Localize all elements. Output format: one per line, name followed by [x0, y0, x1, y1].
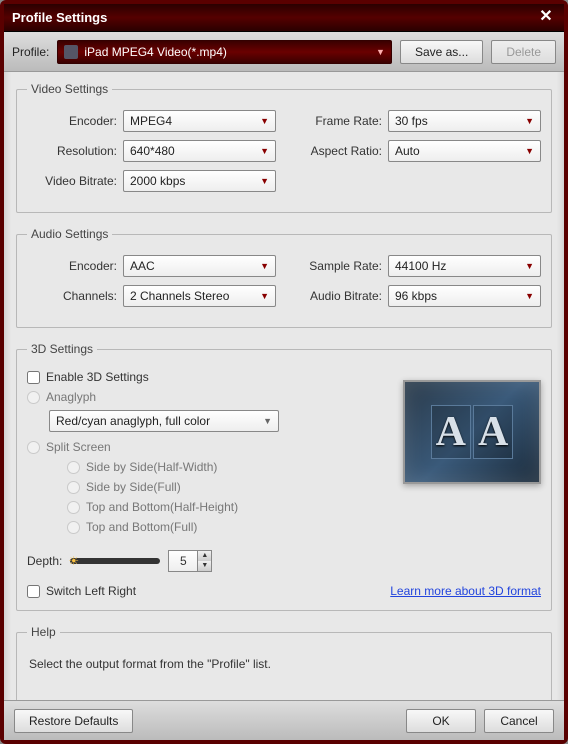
- help-legend: Help: [27, 625, 60, 639]
- chevron-down-icon: ▼: [525, 146, 534, 156]
- ok-button[interactable]: OK: [406, 709, 476, 733]
- video-bitrate-label: Video Bitrate:: [27, 174, 117, 188]
- chevron-down-icon: ▼: [260, 116, 269, 126]
- enable-3d-checkbox[interactable]: [27, 371, 40, 384]
- delete-button: Delete: [491, 40, 556, 64]
- profile-label: Profile:: [12, 45, 49, 59]
- tb-full-radio[interactable]: [67, 521, 80, 534]
- device-icon: [64, 45, 78, 59]
- chevron-down-icon: ▼: [260, 176, 269, 186]
- aspect-dropdown[interactable]: Auto▼: [388, 140, 541, 162]
- tb-full-line[interactable]: Top and Bottom(Full): [67, 520, 391, 534]
- video-settings-group: Video Settings Encoder: MPEG4▼ Frame Rat…: [16, 82, 552, 213]
- sbs-half-line[interactable]: Side by Side(Half-Width): [67, 460, 391, 474]
- preview-a-right: A: [473, 405, 513, 459]
- profile-value: iPad MPEG4 Video(*.mp4): [84, 45, 227, 59]
- restore-defaults-button[interactable]: Restore Defaults: [14, 709, 133, 733]
- cancel-button[interactable]: Cancel: [484, 709, 554, 733]
- save-as-button[interactable]: Save as...: [400, 40, 483, 64]
- 3d-settings-group: 3D Settings Enable 3D Settings Anaglyph …: [16, 342, 552, 611]
- switch-lr-label: Switch Left Right: [46, 584, 136, 598]
- chevron-down-icon: ▼: [260, 146, 269, 156]
- sbs-full-line[interactable]: Side by Side(Full): [67, 480, 391, 494]
- titlebar: Profile Settings ✕: [4, 4, 564, 32]
- chevron-down-icon: ▼: [260, 261, 269, 271]
- anaglyph-label: Anaglyph: [46, 390, 96, 404]
- audio-encoder-dropdown[interactable]: AAC▼: [123, 255, 276, 277]
- 3d-legend: 3D Settings: [27, 342, 97, 356]
- tb-half-radio[interactable]: [67, 501, 80, 514]
- video-encoder-label: Encoder:: [27, 114, 117, 128]
- profile-dropdown[interactable]: iPad MPEG4 Video(*.mp4) ▼: [57, 40, 392, 64]
- window-title: Profile Settings: [12, 10, 536, 25]
- footer: Restore Defaults OK Cancel: [4, 700, 564, 740]
- help-text: Select the output format from the "Profi…: [27, 653, 541, 691]
- chevron-down-icon: ▼: [376, 47, 385, 57]
- audio-legend: Audio Settings: [27, 227, 112, 241]
- sbs-half-radio[interactable]: [67, 461, 80, 474]
- spinner-up-icon[interactable]: ▲: [198, 551, 211, 561]
- video-encoder-dropdown[interactable]: MPEG4▼: [123, 110, 276, 132]
- help-group: Help Select the output format from the "…: [16, 625, 552, 700]
- enable-3d-checkbox-line[interactable]: Enable 3D Settings: [27, 370, 391, 384]
- depth-label: Depth:: [27, 554, 62, 568]
- sbs-full-radio[interactable]: [67, 481, 80, 494]
- audio-bitrate-dropdown[interactable]: 96 kbps▼: [388, 285, 541, 307]
- depth-slider[interactable]: ☀: [70, 558, 160, 564]
- split-label: Split Screen: [46, 440, 111, 454]
- close-icon[interactable]: ✕: [536, 8, 556, 28]
- samplerate-dropdown[interactable]: 44100 Hz▼: [388, 255, 541, 277]
- chevron-down-icon: ▼: [525, 291, 534, 301]
- audio-settings-group: Audio Settings Encoder: AAC▼ Sample Rate…: [16, 227, 552, 328]
- split-radio[interactable]: [27, 441, 40, 454]
- chevron-down-icon: ▼: [260, 291, 269, 301]
- resolution-label: Resolution:: [27, 144, 117, 158]
- learn-more-link[interactable]: Learn more about 3D format: [390, 584, 541, 598]
- audio-encoder-label: Encoder:: [27, 259, 117, 273]
- split-radio-line[interactable]: Split Screen: [27, 440, 391, 454]
- video-bitrate-dropdown[interactable]: 2000 kbps▼: [123, 170, 276, 192]
- aspect-label: Aspect Ratio:: [292, 144, 382, 158]
- profile-settings-window: Profile Settings ✕ Profile: iPad MPEG4 V…: [0, 0, 568, 744]
- video-legend: Video Settings: [27, 82, 112, 96]
- switch-lr-checkbox[interactable]: [27, 585, 40, 598]
- audio-bitrate-label: Audio Bitrate:: [292, 289, 382, 303]
- anaglyph-radio[interactable]: [27, 391, 40, 404]
- samplerate-label: Sample Rate:: [292, 259, 382, 273]
- channels-dropdown[interactable]: 2 Channels Stereo▼: [123, 285, 276, 307]
- 3d-preview: AA: [403, 380, 541, 484]
- channels-label: Channels:: [27, 289, 117, 303]
- switch-lr-line[interactable]: Switch Left Right: [27, 584, 136, 598]
- anaglyph-type-dropdown[interactable]: Red/cyan anaglyph, full color▼: [49, 410, 279, 432]
- tb-half-line[interactable]: Top and Bottom(Half-Height): [67, 500, 391, 514]
- framerate-dropdown[interactable]: 30 fps▼: [388, 110, 541, 132]
- chevron-down-icon: ▼: [525, 261, 534, 271]
- resolution-dropdown[interactable]: 640*480▼: [123, 140, 276, 162]
- sun-icon: ☀: [68, 554, 79, 568]
- framerate-label: Frame Rate:: [292, 114, 382, 128]
- preview-a-left: A: [431, 405, 471, 459]
- chevron-down-icon: ▼: [525, 116, 534, 126]
- anaglyph-radio-line[interactable]: Anaglyph: [27, 390, 391, 404]
- chevron-down-icon: ▼: [263, 416, 272, 426]
- depth-value: 5: [169, 554, 197, 568]
- depth-spinner[interactable]: 5 ▲▼: [168, 550, 212, 572]
- toolbar: Profile: iPad MPEG4 Video(*.mp4) ▼ Save …: [4, 32, 564, 72]
- content: Video Settings Encoder: MPEG4▼ Frame Rat…: [4, 72, 564, 700]
- enable-3d-label: Enable 3D Settings: [46, 370, 149, 384]
- spinner-down-icon[interactable]: ▼: [198, 561, 211, 571]
